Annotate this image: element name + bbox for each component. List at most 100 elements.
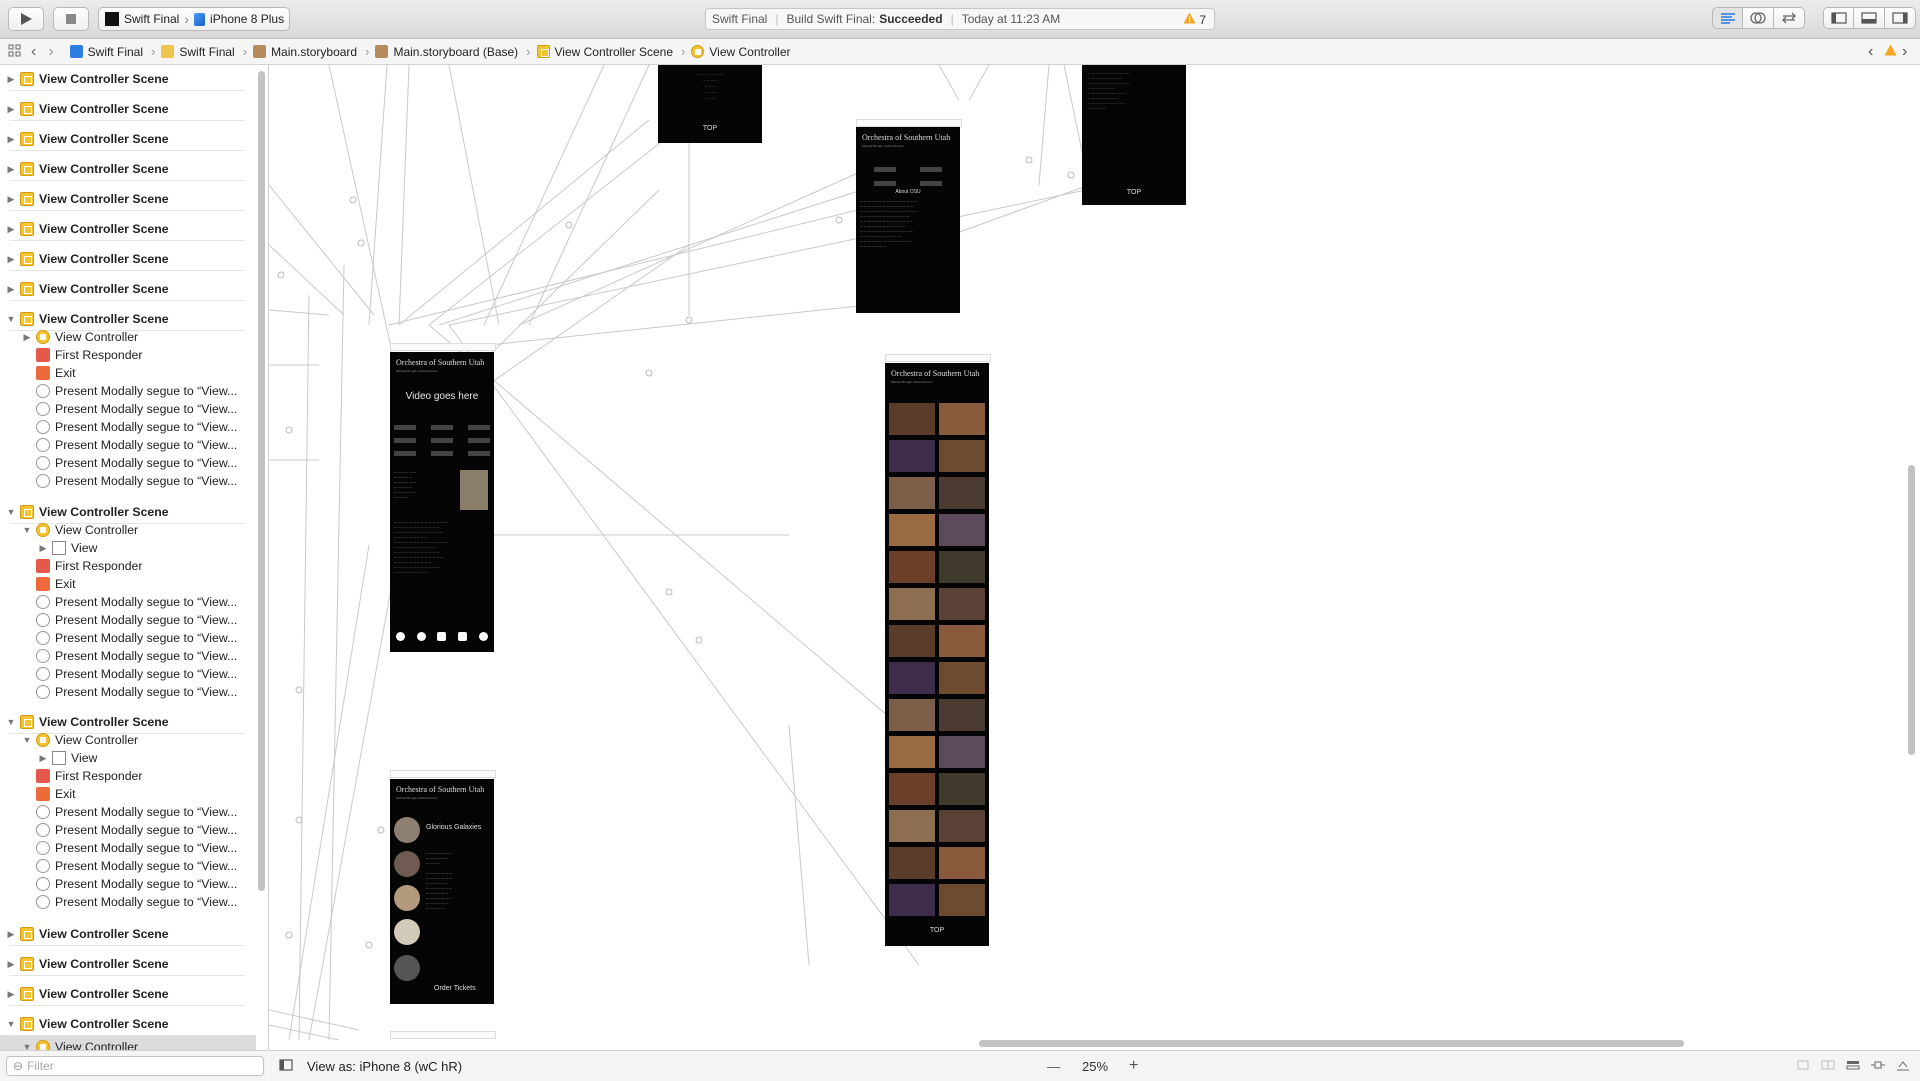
view-as-device-button[interactable]: View as: iPhone 8 (wC hR)	[307, 1059, 462, 1074]
disclosure-closed-icon[interactable]: ▶	[6, 74, 16, 85]
outline-item-row[interactable]: Present Modally segue to “View...	[0, 803, 268, 821]
scene-header[interactable]	[390, 1031, 496, 1039]
outline-item-row[interactable]: First Responder	[0, 346, 268, 364]
disclosure-open-icon[interactable]: ▼	[6, 1019, 16, 1029]
menu-button[interactable]	[394, 438, 416, 443]
outline-item-row[interactable]: ▶ View Controller	[0, 328, 268, 346]
forward-arrow-icon[interactable]: ›	[48, 43, 53, 61]
outline-scene-row[interactable]: ▶ View Controller Scene	[0, 160, 261, 178]
blog-icon[interactable]	[416, 632, 426, 641]
outline-scene-row[interactable]: ▶ View Controller Scene	[0, 130, 261, 148]
outline-scene-row[interactable]: ▶ View Controller Scene	[0, 985, 261, 1003]
outline-scene-row[interactable]: ▶ View Controller Scene	[0, 280, 261, 298]
resolve-layout-icon[interactable]	[1896, 1059, 1910, 1074]
storyboard-canvas[interactable]: — — — — — — — — — — — — — — — — — — — — — TO…	[269, 65, 1920, 1040]
jump-item-storyboard[interactable]: Main.storyboard	[253, 45, 357, 59]
menu-button[interactable]	[431, 451, 453, 456]
outline-item-row[interactable]: Present Modally segue to “View...	[0, 400, 268, 418]
scene-screen-info[interactable]: — — — — — — — — — — — — — — — — — — — — — TO…	[658, 65, 762, 143]
disclosure-open-icon[interactable]: ▼	[6, 314, 16, 324]
outline-item-row[interactable]: Present Modally segue to “View...	[0, 683, 268, 701]
jump-item-scene[interactable]: View Controller Scene	[536, 45, 673, 59]
embed-stack-icon[interactable]	[1821, 1059, 1835, 1074]
outline-item-row[interactable]: Present Modally segue to “View...	[0, 839, 268, 857]
jump-item-storyboard-base[interactable]: Main.storyboard (Base)	[375, 45, 518, 59]
outline-scene-row[interactable]: ▼ View Controller Scene	[0, 1015, 261, 1033]
disclosure-closed-icon[interactable]: ▶	[22, 332, 32, 343]
debug-toggle-button[interactable]	[1854, 7, 1885, 29]
scene-header[interactable]	[390, 770, 496, 778]
disclosure-closed-icon[interactable]: ▶	[38, 543, 48, 554]
outline-item-row[interactable]: Present Modally segue to “View...	[0, 821, 268, 839]
outline-item-row[interactable]: Present Modally segue to “View...	[0, 893, 268, 911]
menu-button[interactable]	[394, 451, 416, 456]
inspector-toggle-button[interactable]	[1885, 7, 1916, 29]
version-editor-button[interactable]	[1774, 7, 1805, 29]
disclosure-closed-icon[interactable]: ▶	[6, 929, 16, 940]
outline-scene-row[interactable]: ▶ View Controller Scene	[0, 955, 261, 973]
linkedin-icon[interactable]	[395, 632, 405, 641]
previous-issue-icon[interactable]: ‹	[1868, 43, 1873, 61]
disclosure-closed-icon[interactable]: ▶	[6, 104, 16, 115]
scheme-selector[interactable]: Swift Final › iPhone 8 Plus	[98, 7, 290, 31]
outline-item-row[interactable]: Present Modally segue to “View...	[0, 875, 268, 893]
next-issue-icon[interactable]: ›	[1902, 43, 1907, 61]
scene-screen-text[interactable]: — — — — — — — — — — — — — — — — — — — — — …	[1082, 65, 1186, 205]
facebook-icon[interactable]	[437, 632, 447, 641]
outline-item-row[interactable]: ▶ View	[0, 539, 268, 557]
outline-item-row[interactable]: Exit	[0, 575, 268, 593]
youtube-icon[interactable]	[458, 632, 468, 641]
align-icon[interactable]	[1846, 1059, 1860, 1074]
disclosure-open-icon[interactable]: ▼	[22, 1042, 32, 1050]
order-tickets-button[interactable]: Order Tickets	[434, 985, 476, 992]
warning-icon[interactable]	[1884, 44, 1897, 59]
menu-button[interactable]	[874, 167, 896, 172]
activity-viewer[interactable]: Swift Final | Build Swift Final: Succeed…	[705, 8, 1215, 30]
outline-item-row[interactable]: Present Modally segue to “View...	[0, 436, 268, 454]
update-frames-icon[interactable]	[1796, 1059, 1810, 1074]
zoom-in-button[interactable]: +	[1129, 1057, 1138, 1075]
scene-screen-about[interactable]: Orchestra of Southern Utah Michael Broug…	[856, 127, 960, 313]
outline-item-row[interactable]: Present Modally segue to “View...	[0, 418, 268, 436]
run-button[interactable]	[8, 7, 44, 31]
menu-button[interactable]	[468, 438, 490, 443]
disclosure-closed-icon[interactable]: ▶	[6, 989, 16, 1000]
outline-scene-row[interactable]: ▶ View Controller Scene	[0, 70, 261, 88]
zoom-level[interactable]: 25%	[1082, 1059, 1108, 1074]
outline-item-row[interactable]: Present Modally segue to “View...	[0, 472, 268, 490]
outline-item-row[interactable]: Present Modally segue to “View...	[0, 593, 268, 611]
outline-item-row[interactable]: ▼ View Controller	[0, 731, 268, 749]
outline-item-row[interactable]: Present Modally segue to “View...	[0, 611, 268, 629]
canvas-horizontal-scrollbar[interactable]	[979, 1040, 1684, 1047]
outline-item-row[interactable]: ▼ View Controller	[0, 521, 268, 539]
outline-item-row[interactable]: Present Modally segue to “View...	[0, 857, 268, 875]
outline-scene-row[interactable]: ▼ View Controller Scene	[0, 310, 261, 328]
disclosure-closed-icon[interactable]: ▶	[6, 164, 16, 175]
outline-scene-row[interactable]: ▼ View Controller Scene	[0, 503, 261, 521]
disclosure-closed-icon[interactable]: ▶	[6, 134, 16, 145]
disclosure-closed-icon[interactable]: ▶	[6, 224, 16, 235]
outline-toggle-icon[interactable]	[279, 1058, 293, 1074]
outline-scene-row[interactable]: ▶ View Controller Scene	[0, 925, 261, 943]
disclosure-closed-icon[interactable]: ▶	[6, 254, 16, 265]
menu-button[interactable]	[874, 181, 896, 186]
pin-icon[interactable]	[1871, 1059, 1885, 1074]
jump-item-folder[interactable]: Swift Final	[161, 45, 235, 59]
menu-button[interactable]	[920, 181, 942, 186]
outline-scrollbar[interactable]	[258, 71, 265, 891]
stop-button[interactable]	[53, 7, 89, 31]
outline-item-row[interactable]: ▼ View Controller	[0, 1038, 268, 1050]
standard-editor-button[interactable]	[1712, 7, 1743, 29]
outline-scene-row[interactable]: ▶ View Controller Scene	[0, 250, 261, 268]
outline-item-row[interactable]: Present Modally segue to “View...	[0, 629, 268, 647]
outline-scene-row[interactable]: ▶ View Controller Scene	[0, 190, 261, 208]
outline-item-row[interactable]: Present Modally segue to “View...	[0, 647, 268, 665]
disclosure-open-icon[interactable]: ▼	[6, 717, 16, 727]
menu-button[interactable]	[431, 425, 453, 430]
filter-input[interactable]: ⊖ Filter	[6, 1056, 264, 1076]
canvas-vertical-scrollbar[interactable]	[1908, 465, 1915, 755]
outline-scene-row[interactable]: ▼ View Controller Scene	[0, 713, 261, 731]
outline-item-row[interactable]: First Responder	[0, 767, 268, 785]
outline-item-row[interactable]: Present Modally segue to “View...	[0, 454, 268, 472]
disclosure-open-icon[interactable]: ▼	[6, 507, 16, 517]
